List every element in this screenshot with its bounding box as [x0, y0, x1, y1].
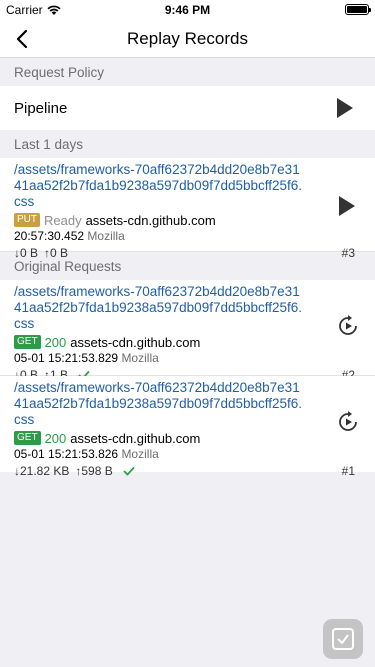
upload-size: ↑598 B: [75, 463, 113, 478]
user-agent: Mozilla: [87, 229, 125, 243]
policy-value: Pipeline: [14, 99, 68, 117]
request-time: 05-01 15:21:53.829: [14, 351, 119, 365]
transfer-line: ↓0 B ↑0 B #3: [14, 245, 361, 261]
app-shortcut-glyph: [332, 628, 354, 650]
user-agent: Mozilla: [121, 351, 159, 365]
status-code: 200: [44, 430, 67, 446]
request-time-line: 20:57:30.452 Mozilla: [14, 229, 361, 243]
host-text: assets-cdn.github.com: [85, 212, 216, 228]
method-badge: GET: [14, 431, 41, 445]
page-title: Replay Records: [127, 29, 248, 48]
section-header-recent: Last 1 days: [0, 130, 375, 158]
original-record[interactable]: /assets/frameworks-70aff62372b4dd20e8b7e…: [0, 376, 375, 478]
record-number: #1: [341, 464, 355, 478]
upload-size: ↑0 B: [44, 245, 69, 260]
host-text: assets-cdn.github.com: [70, 334, 201, 350]
replay-icon[interactable]: [335, 313, 361, 339]
download-size: ↓0 B: [14, 245, 39, 260]
section-header-policy: Request Policy: [0, 58, 375, 86]
policy-row[interactable]: Pipeline: [0, 86, 375, 130]
request-time: 05-01 15:21:53.826: [14, 447, 119, 461]
play-icon[interactable]: [335, 97, 355, 119]
request-url: /assets/frameworks-70aff62372b4dd20e8b7e…: [14, 284, 303, 331]
battery-icon: [345, 4, 371, 15]
request-url: /assets/frameworks-70aff62372b4dd20e8b7e…: [14, 162, 303, 209]
status-text: Ready: [44, 212, 82, 228]
status-code: 200: [44, 334, 67, 350]
status-bar: Carrier 9:46 PM: [0, 0, 375, 20]
replay-record[interactable]: /assets/frameworks-70aff62372b4dd20e8b7e…: [0, 158, 375, 260]
request-time-line: 05-01 15:21:53.829 Mozilla: [14, 351, 361, 365]
replay-icon[interactable]: [335, 409, 361, 435]
method-badge: GET: [14, 335, 41, 349]
request-time-line: 05-01 15:21:53.826 Mozilla: [14, 447, 361, 461]
status-time: 9:46 PM: [164, 3, 211, 17]
transfer-line: ↓21.82 KB ↑598 B #1: [14, 463, 361, 479]
download-size: ↓21.82 KB: [14, 463, 70, 478]
user-agent: Mozilla: [121, 447, 159, 461]
request-url: /assets/frameworks-70aff62372b4dd20e8b7e…: [14, 380, 303, 427]
request-summary: GET 200 assets-cdn.github.com: [14, 334, 361, 350]
request-summary: PUT Ready assets-cdn.github.com: [14, 212, 361, 228]
play-icon[interactable]: [337, 195, 357, 217]
method-badge: PUT: [14, 213, 40, 227]
navigation-bar: Replay Records: [0, 20, 375, 58]
app-shortcut-icon[interactable]: [323, 619, 363, 659]
checkmark-icon: [123, 466, 135, 476]
original-record[interactable]: /assets/frameworks-70aff62372b4dd20e8b7e…: [0, 280, 375, 382]
request-time: 20:57:30.452: [14, 229, 85, 243]
host-text: assets-cdn.github.com: [70, 430, 201, 446]
request-summary: GET 200 assets-cdn.github.com: [14, 430, 361, 446]
record-number: #3: [341, 246, 355, 260]
